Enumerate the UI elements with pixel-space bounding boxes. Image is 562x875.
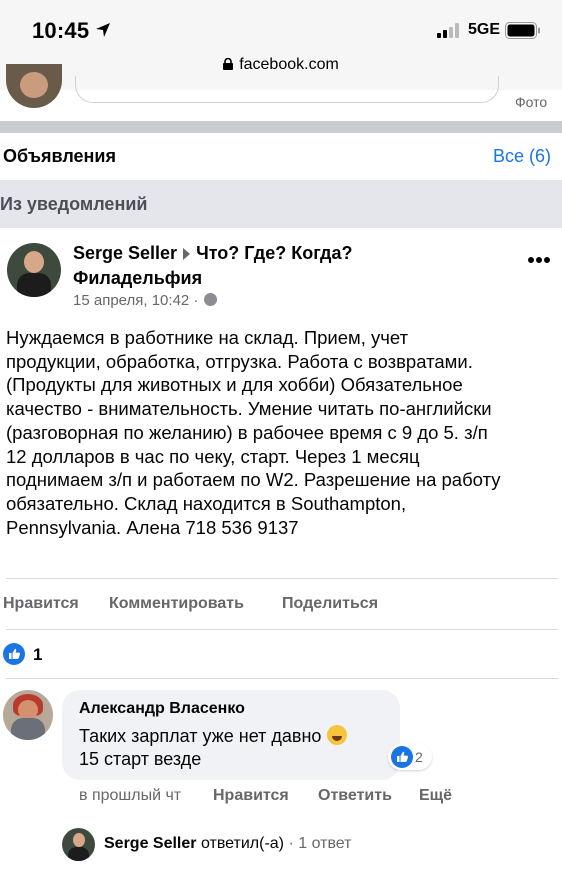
see-all-link[interactable]: Все (6)	[493, 146, 551, 167]
post-text-line: продукции, обработка, отгрузка. Работа с…	[6, 350, 473, 372]
comment-like-button[interactable]: Нравится	[213, 787, 289, 805]
location-arrow-icon	[96, 23, 110, 37]
group-city[interactable]: Филадельфия	[73, 268, 202, 289]
post-header: Serge Seller Что? Где? Когда?	[73, 243, 352, 264]
more-options-icon[interactable]	[527, 256, 551, 264]
post-text-line: 12 долларов в час по чеку, старт. Через …	[6, 445, 420, 467]
lock-icon	[223, 58, 234, 70]
photo-button[interactable]: Фото	[515, 94, 547, 110]
battery-icon	[505, 22, 540, 39]
triangle-right-icon	[183, 247, 191, 260]
author-name[interactable]: Serge Seller	[73, 243, 177, 263]
announcements-title: Объявления	[3, 146, 116, 166]
post-timestamp[interactable]: 15 апреля, 10:42 ·	[73, 292, 198, 309]
like-reaction-icon[interactable]	[3, 643, 25, 665]
like-button[interactable]: Нравится	[3, 595, 79, 613]
comment-reply-button[interactable]: Ответить	[318, 787, 392, 805]
user-avatar[interactable]	[6, 64, 62, 108]
reaction-count: 2	[415, 749, 423, 765]
post-text-line: поднимаем з/п и работаем по W2. Разрешен…	[6, 469, 501, 491]
url-text: facebook.com	[239, 56, 339, 73]
post-text-line: качество - внимательность. Умение читать…	[6, 398, 492, 420]
share-button[interactable]: Поделиться	[282, 595, 378, 613]
post-text-line: (разговорная по желанию) в рабочее время…	[6, 421, 488, 443]
post-text: Нуждаемся в работнике на склад. Прием, у…	[6, 326, 556, 539]
notifications-label: Из уведомлений	[0, 194, 148, 214]
reply-summary[interactable]: Serge Seller ответил(-а) · 1 ответ	[104, 835, 351, 853]
comment-text-line: 15 старт везде	[79, 749, 202, 769]
comment-text-line: Таких зарплат уже нет давно	[79, 726, 322, 746]
grinning-sweat-emoji-icon	[327, 725, 348, 745]
post-text-line: (Продукты для животных и для хобби) Обяз…	[6, 374, 463, 396]
divider	[6, 578, 558, 579]
divider	[6, 678, 558, 679]
section-divider	[0, 121, 562, 133]
replier-name[interactable]: Serge Seller	[104, 835, 197, 852]
commenter-avatar[interactable]	[3, 690, 53, 740]
post-text-line: обязательно. Склад находится в Southampt…	[6, 492, 407, 514]
post-text-line: Нуждаемся в работнике на склад. Прием, у…	[6, 327, 409, 348]
reply-verb: ответил(-а)	[200, 835, 284, 852]
address-bar[interactable]: facebook.com	[0, 56, 562, 74]
clock: 10:45	[32, 18, 90, 43]
comment-author[interactable]: Александр Власенко	[79, 700, 245, 718]
network-type: 5GE	[468, 21, 501, 38]
reply-count[interactable]: · 1 ответ	[288, 835, 351, 852]
signal-icon	[437, 23, 459, 38]
comment-time[interactable]: в прошлый чт	[79, 787, 181, 805]
author-avatar[interactable]	[7, 243, 61, 297]
like-reaction-icon	[391, 746, 413, 768]
comment-more-button[interactable]: Ещё	[419, 787, 452, 805]
group-name[interactable]: Что? Где? Когда?	[196, 243, 352, 263]
replier-avatar[interactable]	[62, 828, 95, 861]
globe-icon	[204, 293, 218, 306]
like-count[interactable]: 1	[33, 645, 42, 665]
post-meta: 15 апреля, 10:42 ·	[73, 292, 218, 309]
divider	[6, 629, 558, 630]
comment-button[interactable]: Комментировать	[109, 595, 244, 613]
comment-text: Таких зарплат уже нет давно 15 старт вез…	[79, 725, 379, 771]
composer-input[interactable]	[75, 76, 499, 103]
post-text-line: Pennsylvania. Алена 718 536 9137	[6, 516, 299, 538]
